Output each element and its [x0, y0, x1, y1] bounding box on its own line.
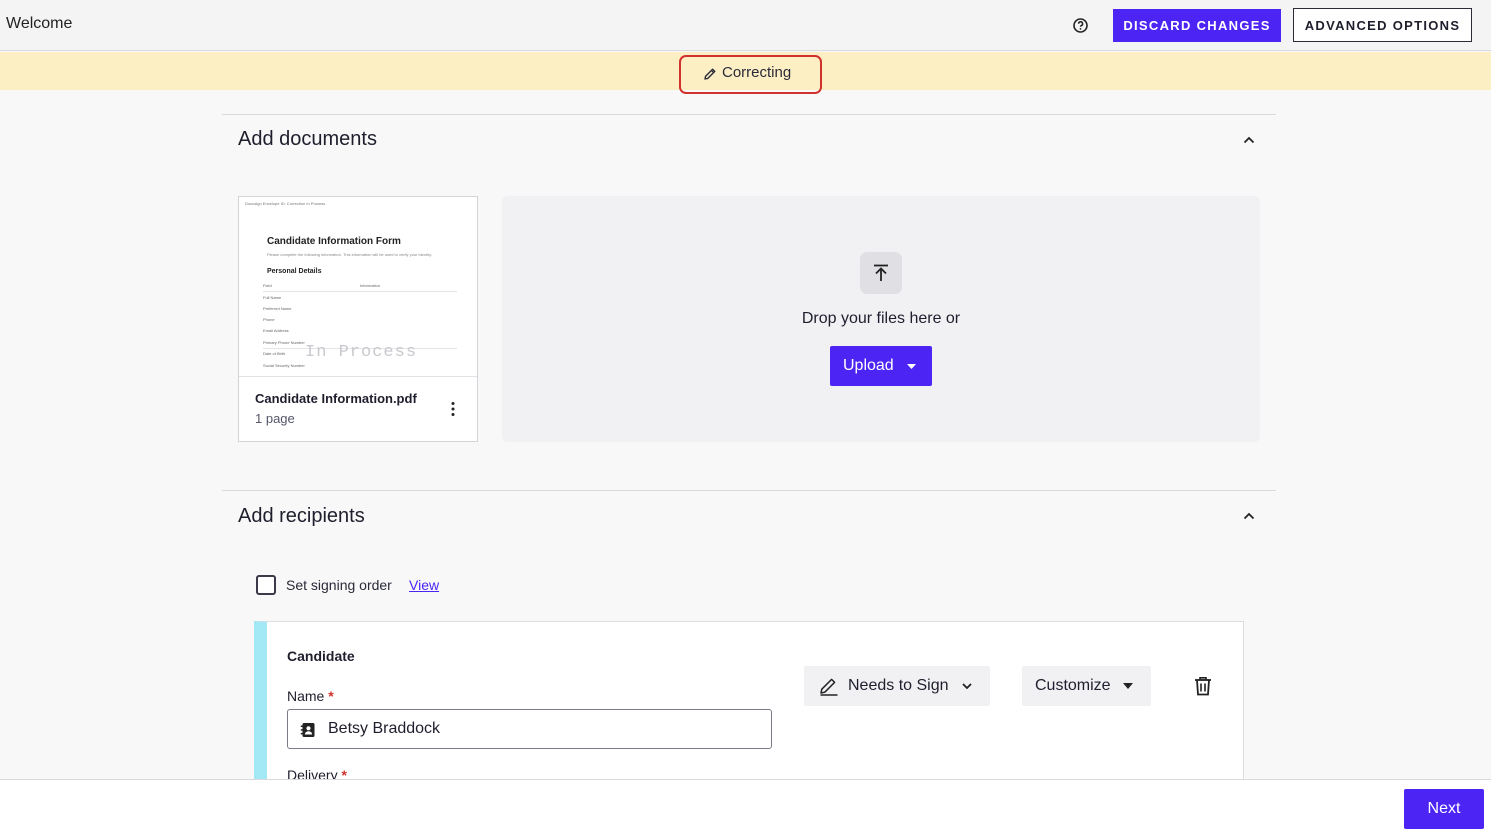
chevron-up-icon[interactable]	[1242, 511, 1256, 521]
thumb-row: Email Address	[263, 328, 289, 333]
chevron-up-icon[interactable]	[1242, 135, 1256, 145]
recipient-card: Candidate Name * Betsy Braddock Delivery…	[254, 621, 1244, 791]
pencil-icon	[704, 68, 716, 80]
pen-icon	[820, 678, 838, 696]
thumb-row: Primary Phone Number	[263, 340, 305, 345]
advanced-options-button[interactable]: ADVANCED OPTIONS	[1293, 8, 1472, 42]
chevron-down-icon	[962, 683, 972, 689]
upload-icon-box	[860, 252, 902, 294]
customize-dropdown[interactable]: Customize	[1022, 666, 1151, 706]
upload-button[interactable]: Upload	[830, 346, 932, 386]
view-signing-order-link[interactable]: View	[409, 577, 439, 593]
thumb-watermark: In Process	[305, 343, 418, 362]
dropzone-text: Drop your files here or	[801, 310, 961, 327]
thumb-row: Full Name	[263, 295, 282, 300]
thumb-row: Preferred Name	[263, 306, 292, 311]
caret-down-icon	[907, 364, 916, 369]
document-page-count: 1 page	[255, 411, 295, 426]
thumb-col-field: Field	[263, 283, 272, 288]
footer-bar: Next	[0, 779, 1491, 834]
thumb-rule	[263, 291, 457, 292]
file-dropzone[interactable]: Drop your files here or Upload	[502, 196, 1260, 442]
upload-button-label: Upload	[843, 357, 894, 374]
correcting-status: Correcting	[679, 55, 822, 94]
recipient-role: Candidate	[287, 648, 355, 664]
thumb-row: Date of Birth	[263, 351, 286, 356]
required-marker: *	[328, 688, 334, 704]
recipient-name-input[interactable]: Betsy Braddock	[287, 709, 772, 749]
recipient-action-dropdown[interactable]: Needs to Sign	[804, 666, 990, 706]
section-divider	[222, 490, 1276, 491]
contact-card-icon[interactable]	[300, 722, 316, 738]
document-name: Candidate Information.pdf	[255, 391, 417, 406]
section-divider	[222, 114, 1276, 115]
thumb-row: Social Security Number	[263, 363, 305, 368]
help-circle-icon[interactable]	[1072, 17, 1089, 34]
more-options-icon[interactable]	[448, 401, 458, 417]
top-bar: Welcome DISCARD CHANGES ADVANCED OPTIONS	[0, 0, 1491, 51]
correcting-banner: Correcting	[0, 52, 1491, 94]
signing-order-label: Set signing order	[286, 577, 392, 593]
page-title: Welcome	[6, 15, 73, 32]
upload-icon	[874, 264, 888, 281]
thumb-section: Personal Details	[267, 268, 322, 275]
document-card[interactable]: Docusign Envelope ID: Correction In Proc…	[238, 196, 478, 442]
caret-down-icon	[1123, 683, 1133, 689]
name-label-text: Name	[287, 688, 325, 704]
thumb-col-info: Information	[360, 283, 381, 288]
recipient-action-label: Needs to Sign	[848, 677, 949, 694]
recipient-name-value: Betsy Braddock	[328, 720, 441, 737]
next-button[interactable]: Next	[1404, 789, 1484, 829]
thumb-row: Phone	[263, 317, 275, 322]
add-recipients-title: Add recipients	[238, 505, 365, 527]
thumb-subtitle: Please complete the following informatio…	[267, 252, 433, 257]
discard-changes-button[interactable]: DISCARD CHANGES	[1113, 9, 1281, 42]
add-documents-title: Add documents	[238, 128, 377, 150]
thumb-title: Candidate Information Form	[267, 236, 401, 247]
customize-label: Customize	[1035, 677, 1111, 694]
name-label: Name *	[287, 688, 334, 704]
thumb-header: Docusign Envelope ID: Correction In Proc…	[245, 201, 326, 206]
trash-icon[interactable]	[1194, 676, 1212, 696]
correcting-label: Correcting	[722, 64, 792, 81]
signing-order-checkbox[interactable]	[256, 575, 276, 595]
document-thumbnail[interactable]: Docusign Envelope ID: Correction In Proc…	[239, 197, 477, 377]
